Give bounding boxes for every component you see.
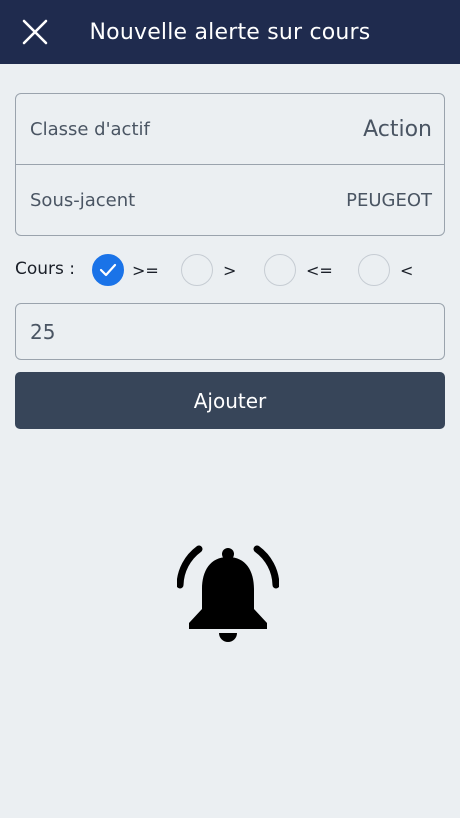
underlying-value: PEUGEOT [346, 190, 432, 211]
operator-gte-label: >= [132, 260, 159, 280]
underlying-row[interactable]: Sous-jacent PEUGEOT [16, 165, 444, 236]
check-icon [99, 263, 117, 277]
operator-lte-label: <= [306, 260, 333, 280]
radio-gt[interactable] [181, 254, 213, 286]
asset-class-value: Action [363, 116, 432, 142]
asset-class-label: Classe d'actif [30, 118, 150, 140]
operator-option-lte[interactable]: <= [264, 254, 333, 286]
cours-label: Cours : [15, 259, 76, 279]
page-title: Nouvelle alerte sur cours [89, 19, 371, 45]
operator-option-gt[interactable]: > [181, 254, 236, 286]
cours-operator-group: Cours : >= > <= < [15, 253, 445, 287]
app-header: Nouvelle alerte sur cours [0, 0, 460, 64]
close-icon[interactable] [22, 19, 48, 45]
underlying-label: Sous-jacent [30, 190, 136, 211]
operator-option-gte[interactable]: >= [92, 254, 159, 286]
asset-class-row[interactable]: Classe d'actif Action [16, 94, 444, 165]
radio-gte[interactable] [92, 254, 124, 286]
radio-lte[interactable] [264, 254, 296, 286]
price-input[interactable] [15, 303, 445, 360]
operator-lt-label: < [400, 260, 414, 280]
bell-ringing-icon [177, 545, 279, 642]
operator-option-lt[interactable]: < [358, 254, 413, 286]
radio-lt[interactable] [358, 254, 390, 286]
operator-gt-label: > [223, 260, 237, 280]
add-button[interactable]: Ajouter [15, 372, 445, 429]
asset-card: Classe d'actif Action Sous-jacent PEUGEO… [15, 93, 445, 236]
